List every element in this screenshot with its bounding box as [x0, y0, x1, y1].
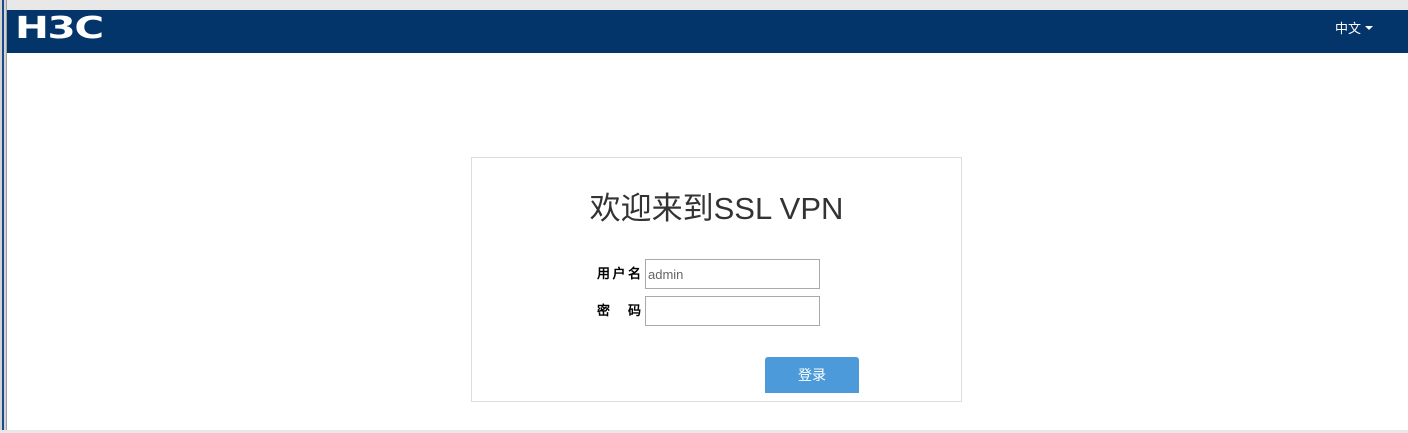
password-label: 密 码 [597, 303, 641, 318]
window-frame-top [0, 0, 1408, 10]
language-label: 中文 [1334, 20, 1361, 36]
password-input[interactable] [645, 296, 820, 326]
h3c-logo: H3C [15, 11, 104, 46]
window-frame-left [0, 0, 7, 433]
login-title: 欢迎来到SSL VPN [589, 191, 844, 226]
top-header-bar: H3C 中文 [7, 10, 1408, 53]
login-button[interactable]: 登录 [765, 357, 859, 393]
caret-down-icon [1365, 25, 1373, 30]
login-panel: 欢迎来到SSL VPN 用户名 密 码 登录 [471, 157, 962, 402]
password-row: 密 码 [472, 296, 961, 326]
username-input[interactable] [645, 259, 820, 289]
language-selector[interactable]: 中文 [1335, 10, 1373, 44]
username-label: 用户名 [597, 266, 641, 281]
username-row: 用户名 [472, 259, 961, 289]
